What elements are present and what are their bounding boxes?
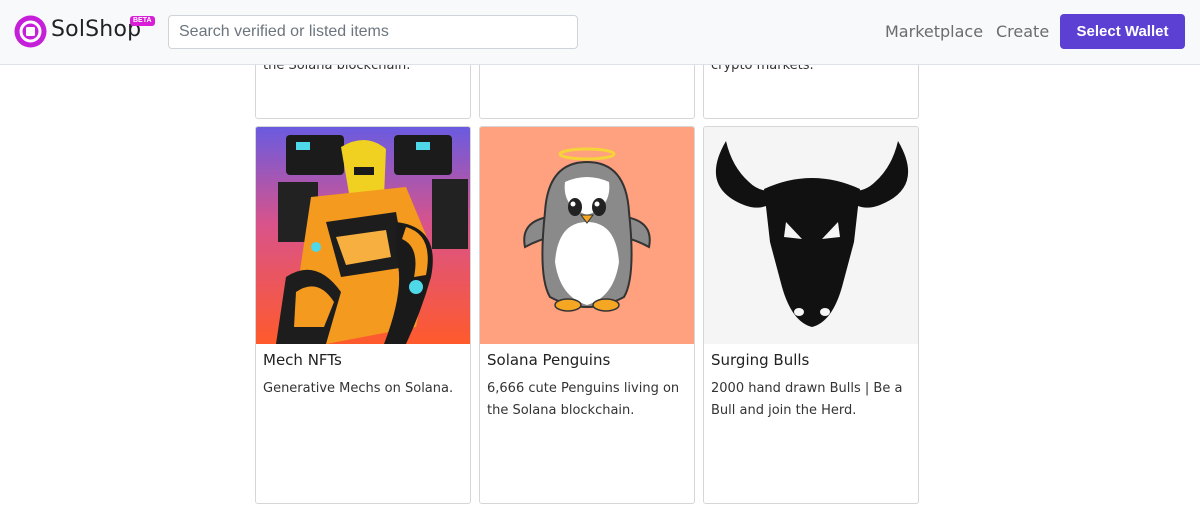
collection-card-solana-penguins[interactable]: Solana Penguins 6,666 cute Penguins livi…	[479, 126, 695, 504]
bull-head-image	[704, 127, 918, 344]
card-description: Generative Mechs on Solana.	[263, 381, 454, 396]
beta-badge: BETA	[130, 16, 155, 26]
nav-create-link[interactable]: Create	[996, 22, 1049, 41]
search-input[interactable]	[168, 15, 578, 49]
select-wallet-button[interactable]: Select Wallet	[1060, 14, 1185, 49]
collection-card-mech-nfts[interactable]: Mech NFTs Generative Mechs on Solana.	[255, 126, 471, 504]
penguin-image	[480, 127, 694, 344]
collection-card-surging-bulls[interactable]: Surging Bulls 2000 hand drawn Bulls | Be…	[703, 126, 919, 504]
mech-robot-image	[256, 127, 470, 344]
solshop-page: the Solana blockchain. crypto markets. M…	[0, 0, 1200, 510]
card-title: Surging Bulls	[711, 351, 810, 369]
card-description: 6,666 cute Penguins living on the Solana…	[487, 381, 680, 418]
card-description: 2000 hand drawn Bulls | Be a Bull and jo…	[711, 381, 903, 418]
top-navbar: SolShop BETA Marketplace Create Select W…	[0, 0, 1200, 65]
solshop-logo-icon[interactable]	[14, 15, 47, 48]
card-title: Solana Penguins	[487, 351, 611, 369]
nav-marketplace-link[interactable]: Marketplace	[885, 22, 983, 41]
card-title: Mech NFTs	[263, 351, 342, 369]
brand-name[interactable]: SolShop	[51, 17, 141, 42]
